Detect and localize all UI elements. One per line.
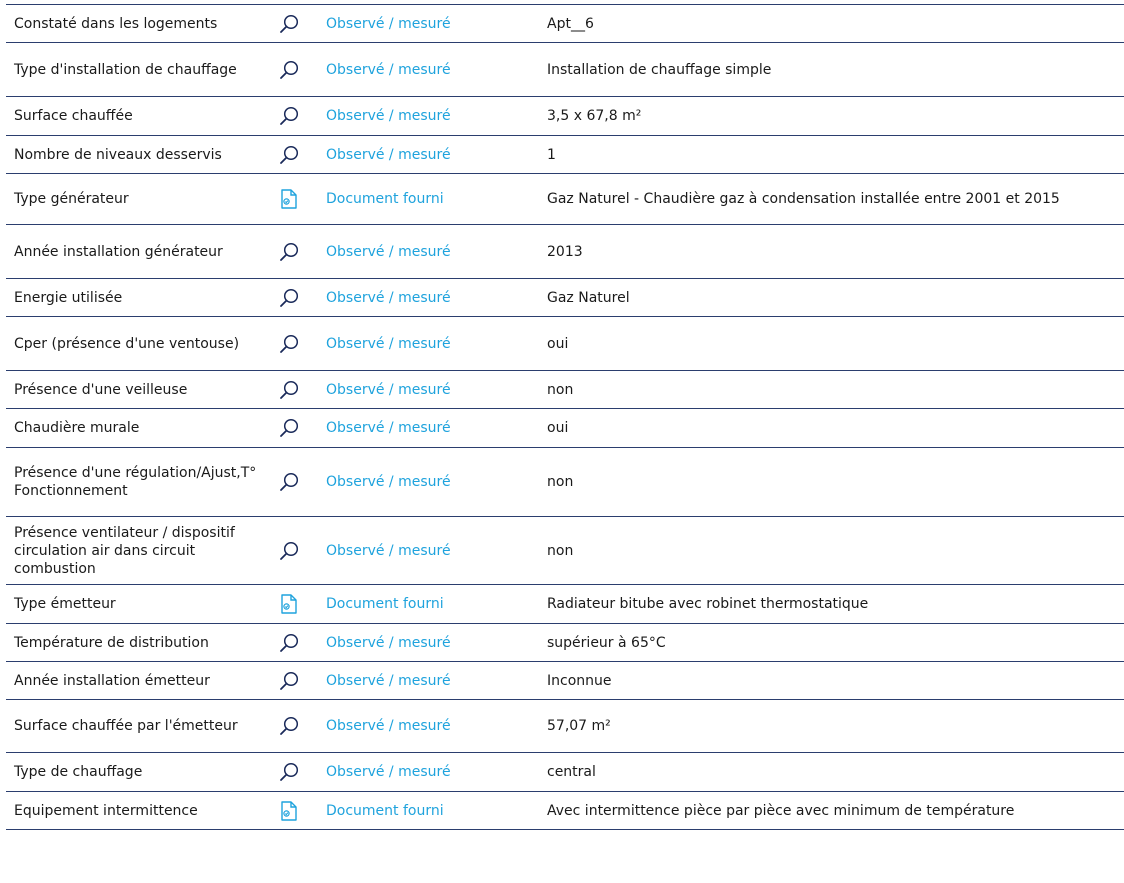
table-row: Chaudière murale Observé / mesuré oui <box>6 409 1124 448</box>
row-value: 2013 <box>547 243 583 260</box>
row-label: Type émetteur <box>14 596 116 612</box>
magnifier-icon <box>272 417 316 439</box>
row-source: Observé / mesuré <box>326 718 451 734</box>
row-label: Cper (présence d'une ventouse) <box>14 335 240 352</box>
row-label: Type de chauffage <box>14 764 143 780</box>
row-label: Présence d'une régulation/Ajust,T° Fonct… <box>14 465 257 499</box>
row-value: Inconnue <box>547 672 612 689</box>
row-source: Observé / mesuré <box>326 474 451 490</box>
row-source: Observé / mesuré <box>326 15 451 32</box>
row-source: Observé / mesuré <box>326 243 451 260</box>
magnifier-icon <box>272 379 316 401</box>
heating-info-table: Constaté dans les logements Observé / mes… <box>6 4 1124 830</box>
magnifier-icon <box>272 333 316 355</box>
row-label: Energie utilisée <box>14 289 123 306</box>
row-source: Observé / mesuré <box>326 542 451 559</box>
row-source: Observé / mesuré <box>326 108 451 124</box>
row-label: Surface chauffée par l'émetteur <box>14 718 238 734</box>
magnifier-icon <box>272 632 316 654</box>
row-value: oui <box>547 335 569 352</box>
row-label: Année installation générateur <box>14 243 223 260</box>
row-source: Observé / mesuré <box>326 146 451 163</box>
magnifier-icon <box>272 471 316 493</box>
table-row: Année installation générateur Observé / m… <box>6 225 1124 279</box>
table-row: Type émetteur Document fourni Radiateur bi… <box>6 585 1124 624</box>
row-label: Année installation émetteur <box>14 672 210 689</box>
document-icon <box>272 592 316 616</box>
magnifier-icon <box>272 540 316 562</box>
table-row: Cper (présence d'une ventouse) Observé / … <box>6 317 1124 371</box>
row-value: non <box>547 381 574 398</box>
magnifier-icon <box>272 241 316 263</box>
row-source: Observé / mesuré <box>326 335 451 352</box>
table-row: Type d'installation de chauffage Observé … <box>6 43 1124 97</box>
row-value: Apt__6 <box>547 15 594 32</box>
row-source: Observé / mesuré <box>326 420 451 436</box>
table-row: Type de chauffage Observé / mesuré central <box>6 753 1124 792</box>
table-row: Température de distribution Observé / mes… <box>6 624 1124 662</box>
table-row: Surface chauffée Observé / mesuré 3,5 x 67… <box>6 97 1124 136</box>
magnifier-icon <box>272 715 316 737</box>
table-row: Présence d'une veilleuse Observé / mesuré… <box>6 371 1124 409</box>
table-row: Equipement intermittence Document fourni A… <box>6 792 1124 830</box>
row-source: Observé / mesuré <box>326 672 451 689</box>
row-value: Gaz Naturel <box>547 289 630 306</box>
table-row: Energie utilisée Observé / mesuré Gaz Natu… <box>6 279 1124 317</box>
magnifier-icon <box>272 670 316 692</box>
row-source: Document fourni <box>326 596 444 612</box>
row-source: Observé / mesuré <box>326 764 451 780</box>
document-icon <box>272 187 316 211</box>
row-label: Chaudière murale <box>14 420 140 436</box>
row-label: Température de distribution <box>14 634 209 651</box>
magnifier-icon <box>272 13 316 35</box>
row-source: Observé / mesuré <box>326 289 451 306</box>
row-label: Nombre de niveaux desservis <box>14 146 222 163</box>
row-label: Surface chauffée <box>14 108 133 124</box>
magnifier-icon <box>272 105 316 127</box>
row-source: Observé / mesuré <box>326 61 451 78</box>
row-label: Présence d'une veilleuse <box>14 381 188 398</box>
row-label: Présence ventilateur / dispositif circul… <box>14 524 235 577</box>
magnifier-icon <box>272 287 316 309</box>
table-row: Surface chauffée par l'émetteur Observé /… <box>6 700 1124 753</box>
row-label: Constaté dans les logements <box>14 15 218 32</box>
row-source: Observé / mesuré <box>326 634 451 651</box>
row-source: Document fourni <box>326 191 444 207</box>
table-row: Type générateur Document fourni Gaz Nature… <box>6 174 1124 225</box>
row-value: Radiateur bitube avec robinet thermostat… <box>547 596 869 612</box>
row-label: Type générateur <box>14 191 129 207</box>
document-icon <box>272 799 316 823</box>
row-source: Document fourni <box>326 802 444 819</box>
row-value: Installation de chauffage simple <box>547 61 772 78</box>
row-label: Equipement intermittence <box>14 802 198 819</box>
table-row: Présence d'une régulation/Ajust,T° Fonct… <box>6 448 1124 517</box>
table-row: Année installation émetteur Observé / mes… <box>6 662 1124 700</box>
magnifier-icon <box>272 59 316 81</box>
row-value: non <box>547 542 574 559</box>
row-label: Type d'installation de chauffage <box>14 61 237 78</box>
table-row: Présence ventilateur / dispositif circul… <box>6 517 1124 585</box>
row-value: 3,5 x 67,8 m² <box>547 108 642 124</box>
row-value: Gaz Naturel - Chaudière gaz à condensati… <box>547 191 1060 207</box>
magnifier-icon <box>272 761 316 783</box>
row-source: Observé / mesuré <box>326 381 451 398</box>
row-value: 1 <box>547 146 556 163</box>
row-value: 57,07 m² <box>547 718 611 734</box>
row-value: Avec intermittence pièce par pièce avec … <box>547 802 1015 819</box>
magnifier-icon <box>272 144 316 166</box>
row-value: oui <box>547 420 569 436</box>
table-row: Constaté dans les logements Observé / mes… <box>6 5 1124 43</box>
row-value: central <box>547 764 596 780</box>
table-row: Nombre de niveaux desservis Observé / mes… <box>6 136 1124 174</box>
row-value: supérieur à 65°C <box>547 634 666 651</box>
row-value: non <box>547 474 574 490</box>
